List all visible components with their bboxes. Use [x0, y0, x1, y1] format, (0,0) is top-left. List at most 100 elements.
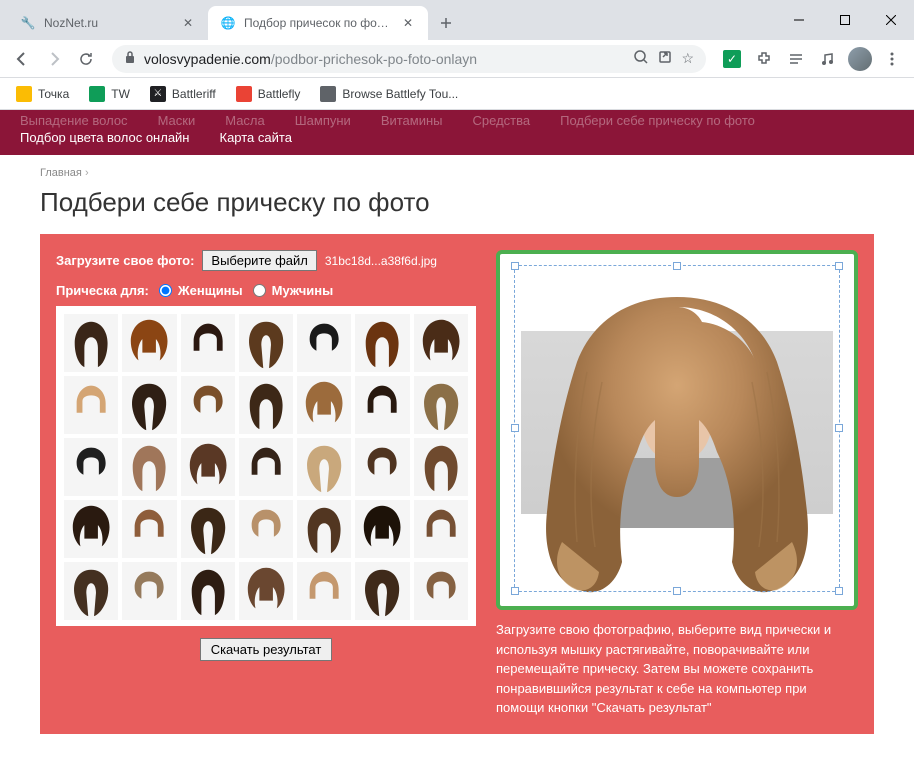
gender-female-radio[interactable] — [159, 284, 172, 297]
hair-thumbnail[interactable] — [239, 376, 293, 434]
resize-handle[interactable] — [673, 587, 681, 595]
profile-avatar[interactable] — [846, 45, 874, 73]
tab-title: Подбор причесок по фото онла — [244, 16, 392, 30]
reload-button[interactable] — [72, 45, 100, 73]
new-tab-button[interactable] — [432, 9, 460, 37]
nav-link[interactable]: Подбор цвета волос онлайн — [20, 130, 190, 145]
resize-handle[interactable] — [511, 587, 519, 595]
browser-toolbar: volosvypadenie.com/podbor-prichesok-po-f… — [0, 40, 914, 78]
hair-thumbnail[interactable] — [355, 314, 409, 372]
breadcrumb: Главная › — [0, 155, 914, 179]
hair-thumbnail[interactable] — [181, 500, 235, 558]
gender-male-radio[interactable] — [253, 284, 266, 297]
close-icon[interactable]: ✕ — [180, 15, 196, 31]
hair-thumbnail[interactable] — [122, 562, 176, 620]
hair-thumbnail[interactable] — [64, 500, 118, 558]
search-icon[interactable] — [633, 49, 649, 68]
hair-thumbnail[interactable] — [239, 500, 293, 558]
hair-thumbnail[interactable] — [181, 438, 235, 496]
hair-thumbnail[interactable] — [239, 562, 293, 620]
gender-row: Прическа для: Женщины Мужчины — [56, 283, 476, 298]
hair-thumbnail[interactable] — [64, 438, 118, 496]
hair-thumbnail[interactable] — [355, 562, 409, 620]
hair-thumbnail[interactable] — [414, 562, 468, 620]
site-navigation: Выпадение волос Маски Масла Шампуни Витамины… — [0, 110, 914, 155]
hair-thumbnail[interactable] — [414, 376, 468, 434]
page-title: Подбери себе прическу по фото — [0, 179, 914, 234]
file-select-button[interactable]: Выберите файл — [202, 250, 316, 271]
hairstyle-gallery[interactable] — [56, 306, 476, 626]
upload-label: Загрузите свое фото: — [56, 253, 194, 268]
nav-link[interactable]: Витамины — [381, 113, 443, 128]
lock-icon — [124, 50, 136, 67]
nav-link[interactable]: Маски — [158, 113, 196, 128]
bookmark-tochka[interactable]: Точка — [8, 82, 77, 106]
hair-thumbnail[interactable] — [122, 376, 176, 434]
hair-thumbnail[interactable] — [297, 562, 351, 620]
nav-link[interactable]: Подбери себе прическу по фото — [560, 113, 755, 128]
controls-column: Загрузите свое фото: Выберите файл 31bc1… — [56, 250, 476, 718]
star-icon[interactable]: ☆ — [681, 50, 694, 67]
gender-label: Прическа для: — [56, 283, 149, 298]
hair-thumbnail[interactable] — [122, 314, 176, 372]
selection-box[interactable] — [514, 265, 840, 592]
hair-thumbnail[interactable] — [64, 376, 118, 434]
hair-thumbnail[interactable] — [122, 438, 176, 496]
nav-link[interactable]: Карта сайта — [220, 130, 292, 145]
bookmark-battlefly[interactable]: Battlefly — [228, 82, 309, 106]
menu-icon[interactable] — [878, 45, 906, 73]
resize-handle[interactable] — [673, 262, 681, 270]
hair-thumbnail[interactable] — [239, 314, 293, 372]
hair-thumbnail[interactable] — [297, 314, 351, 372]
bookmark-tw[interactable]: TW — [81, 82, 138, 106]
ext-check-icon[interactable]: ✓ — [718, 45, 746, 73]
download-button[interactable]: Скачать результат — [200, 638, 333, 661]
hair-thumbnail[interactable] — [414, 314, 468, 372]
hair-thumbnail[interactable] — [355, 500, 409, 558]
hair-thumbnail[interactable] — [122, 500, 176, 558]
hair-thumbnail[interactable] — [355, 376, 409, 434]
extensions-icon[interactable] — [750, 45, 778, 73]
resize-handle[interactable] — [835, 424, 843, 432]
hair-thumbnail[interactable] — [181, 314, 235, 372]
hair-thumbnail[interactable] — [239, 438, 293, 496]
preview-canvas[interactable] — [496, 250, 858, 610]
selected-filename: 31bc18d...a38f6d.jpg — [325, 254, 437, 268]
nav-link[interactable]: Выпадение волос — [20, 113, 128, 128]
forward-button[interactable] — [40, 45, 68, 73]
minimize-button[interactable] — [776, 0, 822, 40]
resize-handle[interactable] — [835, 262, 843, 270]
hair-thumbnail[interactable] — [181, 562, 235, 620]
maximize-button[interactable] — [822, 0, 868, 40]
tab-noznet[interactable]: 🔧 NozNet.ru ✕ — [8, 6, 208, 40]
share-icon[interactable] — [657, 49, 673, 68]
breadcrumb-home[interactable]: Главная — [40, 167, 82, 179]
nav-link[interactable]: Масла — [225, 113, 265, 128]
close-icon[interactable]: ✕ — [400, 15, 416, 31]
resize-handle[interactable] — [835, 587, 843, 595]
bookmark-battlefy[interactable]: Browse Battlefy Tou... — [312, 82, 466, 106]
resize-handle[interactable] — [511, 424, 519, 432]
hair-thumbnail[interactable] — [297, 376, 351, 434]
hair-thumbnail[interactable] — [297, 438, 351, 496]
ext-list-icon[interactable] — [782, 45, 810, 73]
tab-hairstyle[interactable]: 🌐 Подбор причесок по фото онла ✕ — [208, 6, 428, 40]
nav-link[interactable]: Средства — [473, 113, 531, 128]
close-button[interactable] — [868, 0, 914, 40]
hair-thumbnail[interactable] — [64, 562, 118, 620]
hair-thumbnail[interactable] — [355, 438, 409, 496]
back-button[interactable] — [8, 45, 36, 73]
hair-thumbnail[interactable] — [297, 500, 351, 558]
hair-thumbnail[interactable] — [414, 500, 468, 558]
hair-thumbnail[interactable] — [181, 376, 235, 434]
hair-thumbnail[interactable] — [64, 314, 118, 372]
ext-music-icon[interactable] — [814, 45, 842, 73]
address-bar[interactable]: volosvypadenie.com/podbor-prichesok-po-f… — [112, 45, 706, 73]
hairstyle-widget: Загрузите свое фото: Выберите файл 31bc1… — [40, 234, 874, 734]
resize-handle[interactable] — [511, 262, 519, 270]
wrench-icon: 🔧 — [20, 15, 36, 31]
hair-thumbnail[interactable] — [414, 438, 468, 496]
bookmark-battleriff[interactable]: ⚔Battleriff — [142, 82, 224, 106]
nav-link[interactable]: Шампуни — [295, 113, 351, 128]
tab-title: NozNet.ru — [44, 16, 172, 30]
